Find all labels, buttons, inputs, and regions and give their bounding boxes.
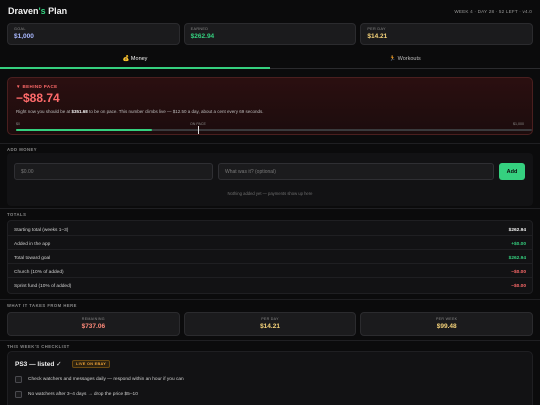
row-label: Sprint fund (10% of added) xyxy=(14,284,72,289)
progress-fill xyxy=(16,129,152,131)
stat-earned: EARNED $262.94 xyxy=(183,23,357,45)
progress-start-label: $0 xyxy=(16,122,20,126)
checklist-card: PS3 — listed ✓ LIVE ON EBAY Check watche… xyxy=(7,351,533,405)
divider xyxy=(0,340,540,341)
take-label: PER WEEK xyxy=(435,317,458,321)
table-row: Starting total (weeks 1–3) $262.94 xyxy=(8,223,532,236)
row-label: Added in the app xyxy=(14,242,51,247)
amount-input[interactable] xyxy=(14,163,213,180)
row-label: Starting total (weeks 1–3) xyxy=(14,228,69,233)
take-value: $99.48 xyxy=(436,323,457,330)
tab-bar: 💰 Money 🏃 Workouts xyxy=(0,52,540,69)
empty-state-note: Nothing added yet — payments show up her… xyxy=(227,191,313,196)
add-money-panel: Add Nothing added yet — payments show up… xyxy=(7,153,533,206)
divider xyxy=(0,143,540,144)
take-label: PER DAY xyxy=(261,317,279,321)
tab-workouts[interactable]: 🏃 Workouts xyxy=(270,52,540,69)
table-row: Sprint fund (10% of added) −$0.00 xyxy=(8,279,532,292)
stat-goal: GOAL $1,000 xyxy=(7,23,180,45)
stat-label: EARNED xyxy=(190,27,209,31)
section-title-add-money: ADD MONEY xyxy=(7,147,38,152)
take-per-week: PER WEEK $99.48 xyxy=(360,312,534,336)
table-row: Total toward goal $262.94 xyxy=(8,251,532,264)
stat-label: PER DAY xyxy=(367,27,386,31)
pace-card: ▼ BEHIND PACE −$88.74 Right now you shou… xyxy=(7,77,533,135)
pace-description: Right now you should be at $351.68 to be… xyxy=(16,109,264,114)
what-it-takes-cards: REMAINING $737.06 PER DAY $14.21 PER WEE… xyxy=(7,312,534,336)
status-badge: LIVE ON EBAY xyxy=(72,360,111,368)
row-label: Total toward goal xyxy=(14,256,51,261)
row-label: Church (10% of added) xyxy=(14,270,64,275)
take-per-day: PER DAY $14.21 xyxy=(183,312,357,336)
on-pace-marker xyxy=(197,126,199,134)
pace-amount: −$88.74 xyxy=(16,91,60,105)
divider xyxy=(0,299,540,300)
header: Draven's Plan WEEK 4 · DAY 28 · 52 LEFT … xyxy=(0,0,540,22)
row-value: $262.94 xyxy=(508,256,526,261)
pace-status: ▼ BEHIND PACE xyxy=(16,84,58,89)
note-input[interactable] xyxy=(218,163,494,180)
row-value: −$0.00 xyxy=(511,270,526,275)
stat-value: $262.94 xyxy=(190,33,215,40)
table-row: Added in the app +$0.00 xyxy=(8,237,532,250)
row-value: −$0.00 xyxy=(511,284,526,289)
take-remaining: REMAINING $737.06 xyxy=(7,312,180,336)
take-value: $737.06 xyxy=(81,323,106,330)
section-title-totals: TOTALS xyxy=(7,212,27,217)
totals-table: Starting total (weeks 1–3) $262.94 Added… xyxy=(7,220,533,294)
checkbox[interactable] xyxy=(15,391,22,398)
divider xyxy=(0,208,540,209)
stat-value: $1,000 xyxy=(14,33,34,40)
checkbox[interactable] xyxy=(15,376,22,383)
stat-value: $14.21 xyxy=(367,33,388,40)
checklist-item-title: PS3 — listed ✓ xyxy=(15,361,62,368)
task-label: Check watchers and messages daily — resp… xyxy=(28,377,184,382)
week-info: WEEK 4 · DAY 28 · 52 LEFT · v4.0 xyxy=(454,9,532,14)
progress-track xyxy=(16,126,532,134)
take-label: REMAINING xyxy=(81,317,105,321)
stat-cards: GOAL $1,000 EARNED $262.94 PER DAY $14.2… xyxy=(7,23,534,45)
section-title-what-it-takes: WHAT IT TAKES FROM HERE xyxy=(7,303,77,308)
row-value: +$0.00 xyxy=(511,242,526,247)
row-value: $262.94 xyxy=(508,228,526,233)
section-title-checklist: THIS WEEK'S CHECKLIST xyxy=(7,344,70,349)
tab-money[interactable]: 💰 Money xyxy=(0,52,270,69)
take-value: $14.21 xyxy=(260,323,280,330)
stat-per-day: PER DAY $14.21 xyxy=(360,23,534,45)
progress-end-label: $1,000 xyxy=(513,122,524,126)
app-title: Draven's Plan xyxy=(8,6,68,16)
add-button[interactable]: Add xyxy=(499,163,525,180)
stat-label: GOAL xyxy=(14,27,26,31)
task-label: No watchers after 3–4 days → drop the pr… xyxy=(28,392,138,397)
table-row: Church (10% of added) −$0.00 xyxy=(8,265,532,278)
